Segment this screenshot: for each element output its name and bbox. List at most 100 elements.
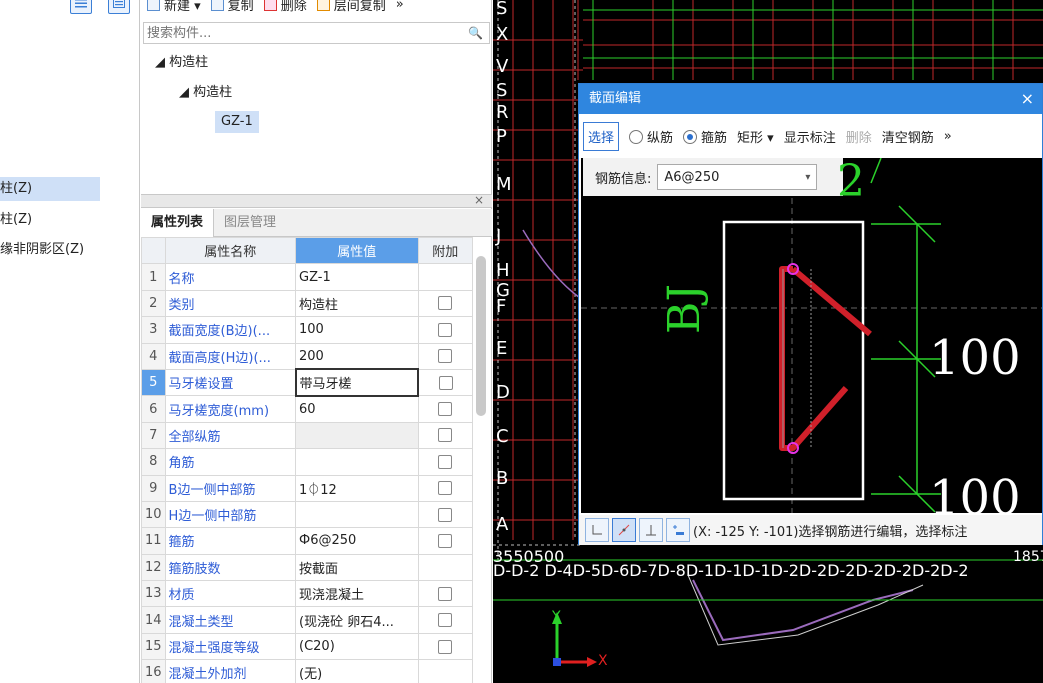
checkbox[interactable] xyxy=(438,454,453,469)
header-additional: 附加 xyxy=(417,236,473,265)
toolbar-more-button[interactable]: » xyxy=(396,0,404,12)
perpendicular-mode-icon[interactable] xyxy=(639,518,663,542)
shape-dropdown[interactable]: 矩形 ▾ xyxy=(737,127,774,146)
row-index: 12 xyxy=(141,553,166,582)
new-button[interactable]: 新建 ▾ xyxy=(147,0,201,14)
property-value[interactable]: 60 xyxy=(295,395,419,423)
property-name: 混凝土强度等级 xyxy=(164,632,297,661)
property-value[interactable]: 构造柱 xyxy=(295,289,419,318)
table-row[interactable]: 12 箍筋肢数 按截面 xyxy=(141,553,473,582)
copy-button[interactable]: 复制 xyxy=(210,0,254,14)
table-row[interactable]: 15 混凝土强度等级 (C20) xyxy=(141,632,473,661)
dialog-close-button[interactable]: × xyxy=(1021,84,1034,114)
rebar-info-select[interactable]: A6@250 ▾ xyxy=(657,164,818,190)
row-index: 7 xyxy=(141,421,166,450)
tree-node-gz1[interactable]: GZ-1 xyxy=(215,111,259,133)
table-row[interactable]: 9 B边一侧中部筋 1⏀12 xyxy=(141,474,473,502)
checkbox[interactable] xyxy=(438,533,453,548)
axis-label: P xyxy=(496,126,507,147)
table-row[interactable]: 3 截面宽度(B边)(... 100 xyxy=(141,316,473,344)
checkbox[interactable] xyxy=(438,586,453,601)
list-view-icon[interactable] xyxy=(70,0,92,14)
floor-copy-button[interactable]: 层间复制 xyxy=(316,0,386,14)
additional-cell xyxy=(417,342,473,370)
axis-label: F xyxy=(496,296,507,317)
additional-cell xyxy=(417,421,473,450)
property-name: 截面宽度(B边)(... xyxy=(164,316,297,344)
property-value[interactable]: 1⏀12 xyxy=(295,474,419,502)
delete-icon xyxy=(263,0,277,11)
table-row[interactable]: 1 名称 GZ-1 xyxy=(141,263,473,291)
checkbox[interactable] xyxy=(438,322,453,337)
property-value[interactable]: 按截面 xyxy=(295,553,419,582)
checkbox[interactable] xyxy=(438,375,453,390)
checkbox[interactable] xyxy=(438,428,453,443)
detail-view-icon[interactable] xyxy=(108,0,130,14)
property-value[interactable] xyxy=(295,421,419,450)
dialog-more-button[interactable]: » xyxy=(944,129,952,144)
x-axis-label: X xyxy=(598,653,608,669)
radio-longitudinal[interactable]: 纵筋 xyxy=(629,127,673,146)
close-icon[interactable]: × xyxy=(474,193,484,207)
table-row[interactable]: 2 类别 构造柱 xyxy=(141,289,473,318)
tab-property-list[interactable]: 属性列表 xyxy=(141,209,215,237)
table-row[interactable]: 14 混凝土类型 (现浇砼 卵石4... xyxy=(141,606,473,634)
search-input[interactable] xyxy=(144,23,464,43)
delete-button[interactable]: 删除 xyxy=(263,0,307,14)
right-number: 1857 xyxy=(1013,549,1043,565)
property-value[interactable] xyxy=(295,448,419,476)
property-value[interactable] xyxy=(295,500,419,529)
table-row[interactable]: 6 马牙槎宽度(mm) 60 xyxy=(141,395,473,423)
property-value[interactable]: GZ-1 xyxy=(295,263,419,291)
section-canvas[interactable]: 钢筋信息: A6@250 ▾ 100 100 2 BJ xyxy=(581,158,1042,513)
checkbox[interactable] xyxy=(438,349,453,364)
tree-item-column-2[interactable]: 柱(Z) xyxy=(0,208,140,232)
tree-node-construct-column[interactable]: ◢ 构造柱 xyxy=(179,82,232,104)
axis-label: J xyxy=(496,226,502,247)
table-row[interactable]: 5 马牙槎设置 带马牙槎 xyxy=(141,368,473,397)
radio-stirrup[interactable]: 箍筋 xyxy=(683,127,727,146)
header-property-value: 属性值 xyxy=(295,236,419,265)
select-button[interactable]: 选择 xyxy=(583,121,620,151)
property-value[interactable]: (无) xyxy=(295,659,419,683)
property-value[interactable]: (现浇砼 卵石4... xyxy=(295,606,419,634)
table-row[interactable]: 4 截面高度(H边)(... 200 xyxy=(141,342,473,370)
property-value[interactable]: Ф6@250 xyxy=(295,527,419,555)
checkbox[interactable] xyxy=(438,639,453,654)
table-row[interactable]: 10 H边一侧中部筋 xyxy=(141,500,473,529)
dimension-mode-icon[interactable] xyxy=(666,518,690,542)
tree-item-edge-non-shadow[interactable]: 缘非阴影区(Z) xyxy=(0,238,140,262)
tree-item-column[interactable]: 柱(Z) xyxy=(0,177,100,201)
clear-rebar-button[interactable]: 清空钢筋 xyxy=(882,127,934,146)
table-row[interactable]: 11 箍筋 Ф6@250 xyxy=(141,527,473,555)
property-value[interactable]: 现浇混凝土 xyxy=(295,580,419,608)
y-axis-label: Y xyxy=(552,609,561,625)
table-row[interactable]: 13 材质 现浇混凝土 xyxy=(141,580,473,608)
table-row[interactable]: 8 角筋 xyxy=(141,448,473,476)
delete-rebar-button[interactable]: 删除 xyxy=(846,127,872,146)
show-marks-button[interactable]: 显示标注 xyxy=(784,127,836,146)
additional-cell xyxy=(417,289,473,318)
row-index: 1 xyxy=(141,263,166,291)
property-name: 角筋 xyxy=(164,448,297,476)
property-value[interactable]: (C20) xyxy=(295,632,419,661)
snap-mode-icon[interactable] xyxy=(612,518,636,542)
property-value[interactable]: 带马牙槎 xyxy=(294,368,420,397)
table-row[interactable]: 7 全部纵筋 xyxy=(141,421,473,450)
property-scrollbar[interactable] xyxy=(476,256,486,416)
property-value[interactable]: 100 xyxy=(295,316,419,344)
additional-cell xyxy=(417,395,473,423)
checkbox[interactable] xyxy=(438,507,453,522)
tab-layer-management[interactable]: 图层管理 xyxy=(214,209,286,237)
row-index: 8 xyxy=(141,448,166,476)
checkbox[interactable] xyxy=(438,613,453,628)
search-icon[interactable]: 🔍 xyxy=(468,26,483,40)
ortho-mode-icon[interactable] xyxy=(585,518,609,542)
tree-node-construct-column-root[interactable]: ◢ 构造柱 xyxy=(155,52,208,74)
property-value[interactable]: 200 xyxy=(295,342,419,370)
checkbox[interactable] xyxy=(438,402,453,417)
property-name: 箍筋 xyxy=(164,527,297,555)
table-row[interactable]: 16 混凝土外加剂 (无) xyxy=(141,659,473,683)
checkbox[interactable] xyxy=(438,296,453,311)
checkbox[interactable] xyxy=(438,481,453,496)
